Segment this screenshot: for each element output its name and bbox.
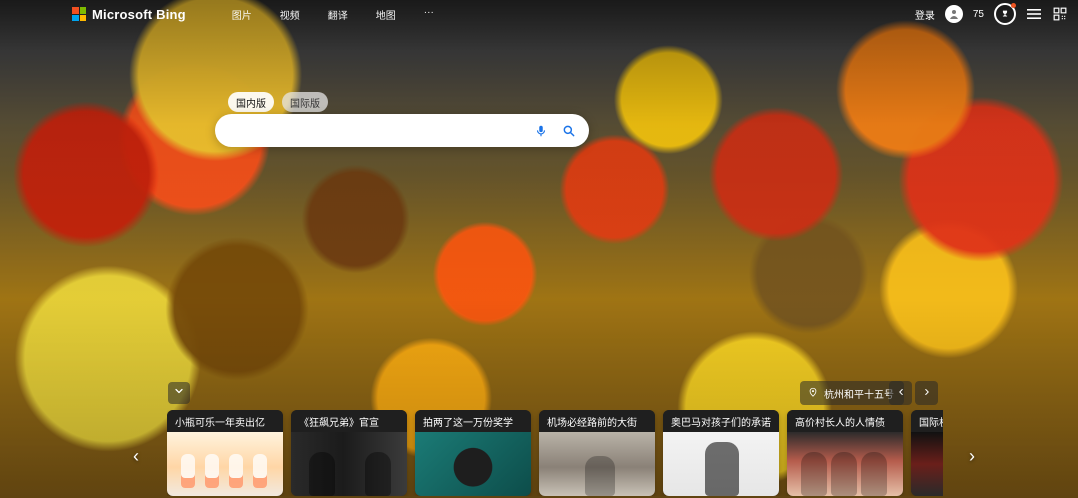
news-card-thumbnail bbox=[415, 432, 531, 496]
tab-international[interactable]: 国际版 bbox=[282, 92, 328, 112]
bottle-graphic bbox=[229, 454, 243, 488]
news-card-thumbnail bbox=[663, 432, 779, 496]
collapse-carousel-button[interactable] bbox=[168, 382, 190, 404]
news-card-title: 机场必经路前的大街 bbox=[539, 410, 655, 432]
rewards-notification-dot bbox=[1011, 3, 1016, 8]
search-input[interactable] bbox=[231, 122, 533, 139]
microsoft-logo bbox=[72, 7, 86, 21]
microsoft-logo-tile-green bbox=[79, 7, 86, 14]
nav-videos[interactable]: 视频 bbox=[280, 7, 300, 22]
news-card-thumbnail bbox=[291, 432, 407, 496]
news-card[interactable]: 高价村长人的人情债 bbox=[787, 410, 903, 496]
qr-code-icon[interactable] bbox=[1052, 6, 1068, 22]
news-card-title: 高价村长人的人情债 bbox=[787, 410, 903, 432]
news-card-title: 小瓶可乐一年卖出亿 bbox=[167, 410, 283, 432]
news-card-title: 奥巴马对孩子们的承诺 bbox=[663, 410, 779, 432]
chevron-right-icon: › bbox=[969, 445, 975, 466]
news-cards: 小瓶可乐一年卖出亿 《狂飙兄弟》官宣 拍两了这一万份奖学 机场必经路前的大街 奥… bbox=[167, 410, 943, 496]
bottle-graphic bbox=[181, 454, 195, 488]
location-pin-icon bbox=[808, 386, 818, 401]
top-navigation: 图片 视频 翻译 地图 ··· bbox=[232, 7, 434, 22]
nav-images[interactable]: 图片 bbox=[232, 7, 252, 22]
carousel-prev-button[interactable] bbox=[889, 381, 912, 405]
carousel-right-edge-arrow[interactable]: › bbox=[964, 446, 980, 466]
search-actions bbox=[533, 123, 577, 139]
nav-maps[interactable]: 地图 bbox=[376, 7, 396, 22]
rewards-icon[interactable] bbox=[994, 3, 1016, 25]
person-silhouette bbox=[705, 442, 739, 496]
avatar-icon[interactable] bbox=[944, 5, 963, 23]
news-card-thumbnail bbox=[787, 432, 903, 496]
news-card[interactable]: 奥巴马对孩子们的承诺 bbox=[663, 410, 779, 496]
person-silhouette bbox=[585, 456, 615, 496]
sign-in-link[interactable]: 登录 bbox=[915, 7, 935, 22]
top-right-actions: 登录 75 bbox=[915, 3, 1068, 25]
microphone-icon[interactable] bbox=[533, 123, 549, 139]
news-card[interactable]: 小瓶可乐一年卖出亿 bbox=[167, 410, 283, 496]
nav-translate[interactable]: 翻译 bbox=[328, 7, 348, 22]
microsoft-logo-tile-red bbox=[72, 7, 79, 14]
person-silhouette bbox=[861, 452, 887, 496]
bottle-graphic bbox=[253, 454, 267, 488]
carousel-left-edge-arrow[interactable]: ‹ bbox=[128, 446, 144, 466]
brand[interactable]: Microsoft Bing bbox=[72, 7, 186, 22]
microsoft-logo-tile-blue bbox=[72, 14, 79, 21]
search-icon[interactable] bbox=[561, 123, 577, 139]
news-card[interactable]: 国际机场4500 bbox=[911, 410, 943, 496]
carousel-nav bbox=[889, 381, 938, 405]
news-card[interactable]: 机场必经路前的大街 bbox=[539, 410, 655, 496]
tab-domestic[interactable]: 国内版 bbox=[228, 92, 274, 112]
news-card-thumbnail bbox=[167, 432, 283, 496]
chevron-right-icon bbox=[922, 384, 932, 402]
news-card-thumbnail bbox=[539, 432, 655, 496]
top-bar: Microsoft Bing 图片 视频 翻译 地图 ··· 登录 75 bbox=[0, 0, 1078, 28]
news-card-title: 《狂飙兄弟》官宣 bbox=[291, 410, 407, 432]
location-label: 杭州和平十五号 bbox=[824, 389, 894, 401]
person-silhouette bbox=[801, 452, 827, 496]
search-box[interactable] bbox=[215, 114, 589, 147]
news-card[interactable]: 拍两了这一万份奖学 bbox=[415, 410, 531, 496]
carousel-next-button[interactable] bbox=[915, 381, 938, 405]
news-card-thumbnail bbox=[911, 432, 943, 496]
chevron-down-icon bbox=[173, 384, 185, 402]
news-card-title: 拍两了这一万份奖学 bbox=[415, 410, 531, 432]
news-carousel: 小瓶可乐一年卖出亿 《狂飙兄弟》官宣 拍两了这一万份奖学 机场必经路前的大街 奥… bbox=[167, 410, 943, 496]
person-silhouette bbox=[831, 452, 857, 496]
nav-more[interactable]: ··· bbox=[424, 7, 434, 22]
microsoft-logo-tile-yellow bbox=[79, 14, 86, 21]
news-card[interactable]: 《狂飙兄弟》官宣 bbox=[291, 410, 407, 496]
brand-name: Microsoft Bing bbox=[92, 6, 186, 22]
rewards-points: 75 bbox=[972, 8, 984, 20]
chevron-left-icon: ‹ bbox=[133, 445, 139, 466]
search-scope-tabs: 国内版 国际版 bbox=[228, 92, 328, 112]
bottle-graphic bbox=[205, 454, 219, 488]
person-silhouette bbox=[365, 452, 391, 496]
person-silhouette bbox=[309, 452, 335, 496]
chevron-left-icon bbox=[896, 384, 906, 402]
menu-icon[interactable] bbox=[1026, 6, 1042, 22]
news-card-title: 国际机场4500 bbox=[911, 410, 943, 432]
